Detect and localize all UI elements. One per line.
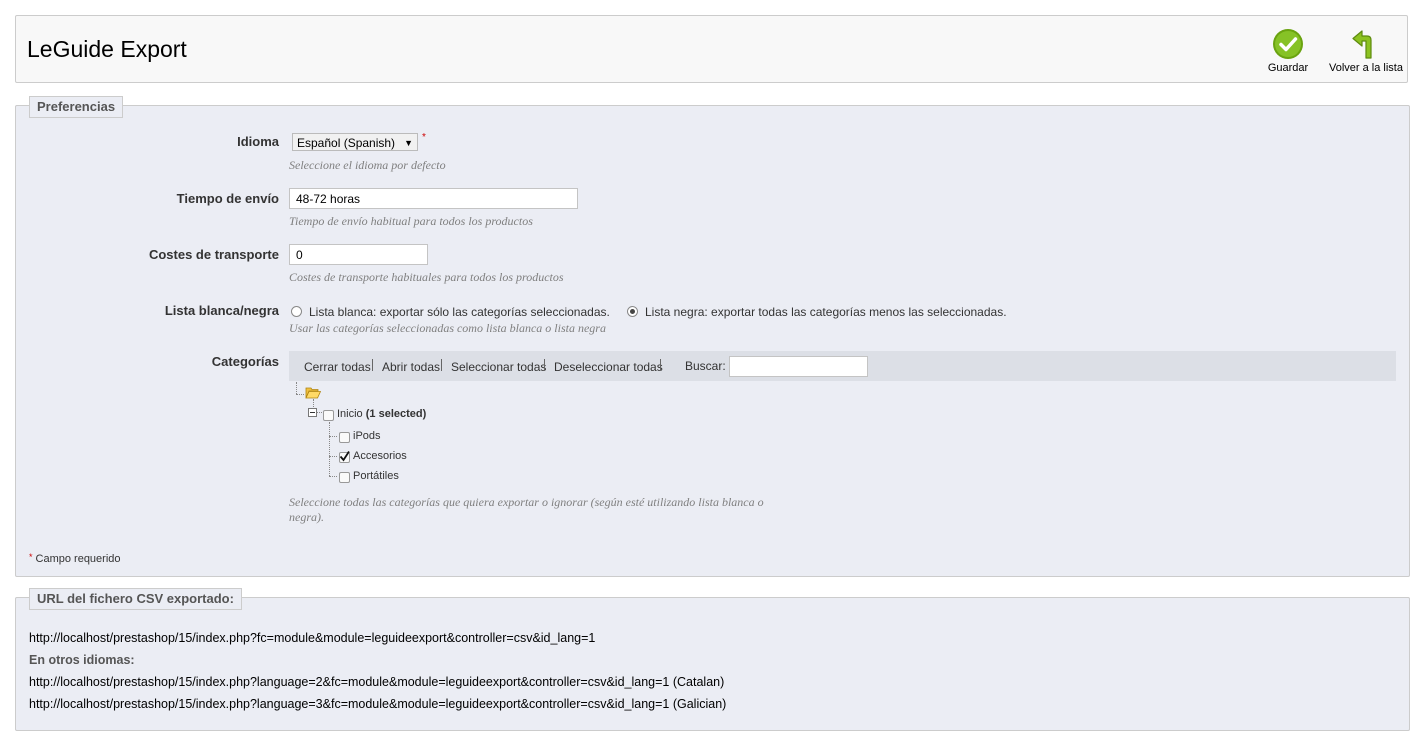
- required-star: *: [29, 552, 33, 562]
- tree-root-count: (1 selected): [365, 408, 427, 420]
- category-checkbox-accesorios[interactable]: [339, 451, 350, 463]
- language-select-value: Español (Spanish): [297, 136, 396, 150]
- tree-root-label: Inicio: [337, 408, 363, 420]
- categories-hint-line1: Seleccione todas las categorías que quie…: [289, 495, 764, 509]
- open-folder-icon: [305, 387, 321, 399]
- tree-connector: [329, 436, 337, 437]
- toolbar-separator: [660, 359, 661, 371]
- categories-label: Categorías: [211, 354, 279, 369]
- save-button-label: Guardar: [1267, 62, 1309, 74]
- list-mode-label: Lista blanca/negra: [164, 303, 279, 318]
- tree-connector: [296, 382, 297, 394]
- preferences-panel: Preferencias Idioma Español (Spanish) ▼ …: [15, 96, 1410, 577]
- tree-connector: [329, 422, 330, 476]
- tree-connector: [296, 394, 304, 395]
- tree-item-portatiles[interactable]: Portátiles: [353, 470, 399, 482]
- back-button-label: Volver a la lista: [1329, 62, 1403, 74]
- csv-url-panel: URL del fichero CSV exportado: http://lo…: [15, 588, 1410, 731]
- language-hint: Seleccione el idioma por defecto: [289, 158, 446, 172]
- blacklist-radio-label: Lista negra: exportar todas las categorí…: [645, 305, 1007, 319]
- tree-item-ipods[interactable]: iPods: [353, 430, 381, 442]
- csv-url-galician[interactable]: http://localhost/prestashop/15/index.php…: [29, 697, 726, 711]
- shipping-time-input[interactable]: [289, 188, 578, 209]
- whitelist-radio-label: Lista blanca: exportar sólo las categorí…: [309, 305, 610, 319]
- tree-root-node: Inicio (1 selected): [337, 408, 426, 420]
- required-note-text: Campo requerido: [35, 553, 121, 565]
- category-search-label: Buscar:: [685, 359, 726, 373]
- language-label: Idioma: [237, 134, 279, 149]
- shipping-cost-input[interactable]: [289, 244, 428, 265]
- collapse-all-link[interactable]: Cerrar todas: [304, 360, 371, 374]
- toolbar-separator: [372, 359, 373, 371]
- toolbar-separator: [544, 359, 545, 371]
- checkmark-icon: [339, 451, 350, 462]
- csv-main-url[interactable]: http://localhost/prestashop/15/index.php…: [29, 631, 595, 645]
- back-to-list-button[interactable]: Volver a la lista: [1327, 28, 1405, 74]
- shipping-time-hint: Tiempo de envío habitual para todos los …: [289, 214, 533, 228]
- language-select[interactable]: Español (Spanish) ▼: [292, 133, 418, 151]
- category-checkbox-root[interactable]: [323, 410, 334, 421]
- uncheck-all-link[interactable]: Deseleccionar todas: [554, 360, 663, 374]
- shipping-time-label: Tiempo de envío: [176, 191, 279, 206]
- category-checkbox-portatiles[interactable]: [339, 472, 350, 483]
- whitelist-radio-dot: [291, 306, 302, 317]
- tree-connector: [317, 412, 322, 413]
- expand-all-link[interactable]: Abrir todas: [382, 360, 440, 374]
- tree-item-accesorios[interactable]: Accesorios: [353, 450, 407, 462]
- whitelist-radio[interactable]: Lista blanca: exportar sólo las categorí…: [291, 305, 610, 319]
- tree-connector: [329, 456, 337, 457]
- check-circle-icon: [1273, 29, 1303, 59]
- preferences-legend: Preferencias: [29, 96, 124, 118]
- shipping-cost-hint: Costes de transporte habituales para tod…: [289, 270, 564, 284]
- blacklist-radio-dot: [627, 306, 638, 317]
- tree-connector: [329, 476, 337, 477]
- toolbar-separator: [441, 359, 442, 371]
- shipping-cost-label: Costes de transporte: [148, 247, 279, 262]
- csv-url-legend: URL del fichero CSV exportado:: [29, 588, 242, 610]
- list-mode-hint: Usar las categorías seleccionadas como l…: [289, 321, 606, 335]
- page-title: LeGuide Export: [27, 36, 187, 62]
- csv-url-catalan[interactable]: http://localhost/prestashop/15/index.php…: [29, 675, 724, 689]
- blacklist-radio[interactable]: Lista negra: exportar todas las categorí…: [627, 305, 1007, 319]
- chevron-down-icon: ▼: [404, 138, 413, 148]
- check-all-link[interactable]: Seleccionar todas: [451, 360, 546, 374]
- category-tree-toolbar: Cerrar todas Abrir todas Seleccionar tod…: [289, 351, 1396, 381]
- required-field-note: * Campo requerido: [29, 552, 121, 565]
- category-checkbox-ipods[interactable]: [339, 432, 350, 443]
- category-search-input[interactable]: [729, 356, 868, 377]
- page-toolbar: LeGuide Export Guardar Volver a la lista: [15, 15, 1408, 83]
- collapse-minus-icon[interactable]: [308, 408, 317, 417]
- save-button[interactable]: Guardar: [1266, 28, 1310, 74]
- required-mark: *: [422, 132, 426, 143]
- other-languages-label: En otros idiomas:: [29, 653, 135, 667]
- categories-hint-line2: negra).: [289, 510, 324, 524]
- return-arrow-icon: [1352, 30, 1372, 59]
